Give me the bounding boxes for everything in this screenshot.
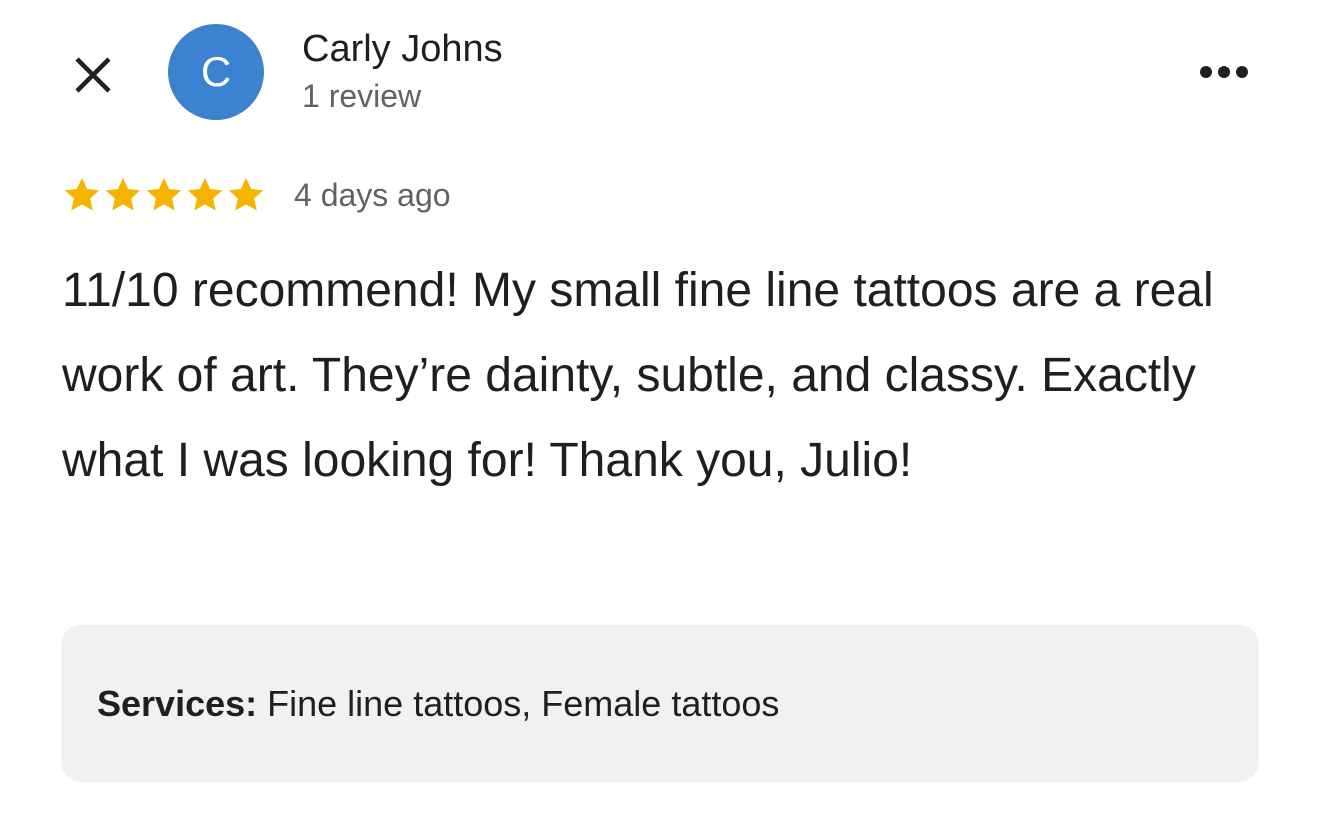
avatar[interactable]: C [168,24,264,120]
avatar-letter: C [200,48,232,95]
author-review-count: 1 review [302,78,422,114]
more-horizontal-icon [1200,66,1248,78]
review-detail-panel: C Carly Johns 1 review 4 days ago 11/10 … [0,0,1320,813]
star-icon [228,178,264,211]
rating-row: 4 days ago [62,170,451,220]
review-date: 4 days ago [294,176,451,213]
star-icon [64,178,100,211]
services-value: Fine line tattoos, Female tattoos [257,682,780,724]
author-name[interactable]: Carly Johns [302,26,503,72]
author-info: Carly Johns 1 review [302,26,503,116]
services-label: Services: [97,682,258,724]
close-button[interactable] [68,50,118,100]
services-box: Services: Fine line tattoos, Female tatt… [61,625,1259,782]
star-icon [105,178,141,211]
review-text: 11/10 recommend! My small fine line tatt… [62,264,1214,487]
star-rating [62,175,266,215]
star-icon [146,178,182,211]
star-icon [187,178,223,211]
close-icon [75,57,111,93]
more-options-button[interactable] [1192,52,1256,92]
